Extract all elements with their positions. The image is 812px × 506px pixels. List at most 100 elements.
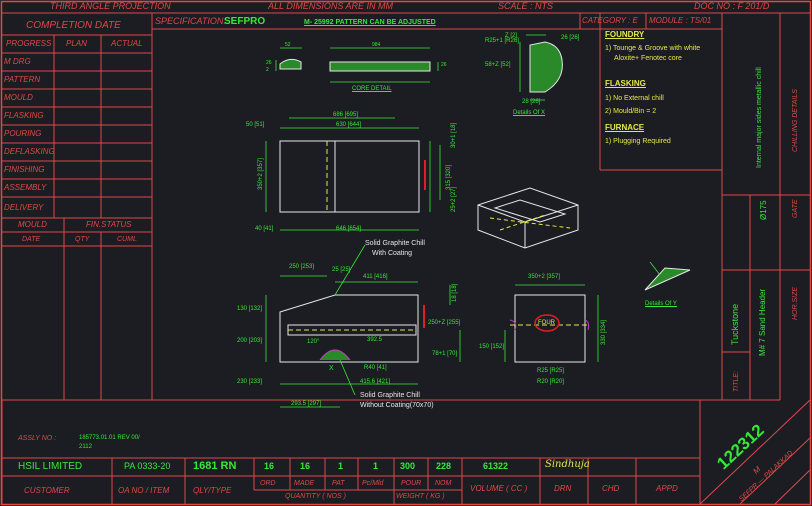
dim-40: 40 [41]	[255, 226, 274, 232]
title-value: Tuckstone	[730, 303, 740, 345]
dim-side-r25: R25 [R25]	[537, 368, 565, 374]
gate-value: Ø175	[759, 200, 768, 220]
dim-50: 50 [51]	[246, 122, 265, 128]
row-pattern: PATTERN	[4, 75, 41, 84]
chill-nocoat-label-1: Solid Graphite Chill	[360, 392, 420, 399]
nom-label: NOM	[435, 480, 452, 487]
dim-415: 415.6 [421]	[360, 379, 391, 385]
chill-coating-label-1: Solid Graphite Chill	[365, 240, 425, 247]
dim-side-330: 330 [334]	[601, 319, 607, 345]
furnace-note-1: 1) Plugging Required	[605, 138, 671, 145]
chill-coating-label-2: With Coating	[372, 250, 413, 257]
module-label: MODULE : TS/01	[649, 16, 712, 25]
dim-646: 646 [654]	[336, 226, 362, 232]
details-of-x-label: Details Of X	[513, 110, 546, 116]
foundry-title: FOUNDRY	[605, 30, 645, 39]
chill-nocoat-label-2: Without Coating(70x70)	[360, 402, 434, 409]
qty-ord-value: 16	[264, 461, 275, 471]
sub-col-qty: QTY	[75, 236, 90, 243]
dim-x-28: 28 [26]	[522, 99, 541, 105]
row-deflasking: DEFLASKING	[4, 147, 55, 156]
qty-pcs-value: 1	[373, 461, 379, 471]
top-view	[265, 117, 441, 231]
chd-label: CHD	[602, 484, 620, 493]
spec-label: SPECIFICATION:	[155, 16, 226, 26]
dim-side-150: 150 [152]	[479, 344, 505, 350]
dim-x-58: 58+Z [52]	[485, 62, 511, 68]
row-finishing: FINISHING	[4, 165, 45, 174]
row-m-drg: M DRG	[4, 57, 31, 66]
dim-411: 411 [416]	[363, 274, 388, 280]
foundry-note-1b: Aloxite+ Fenotec core	[614, 55, 682, 62]
dim-293: 293.5 [297]	[291, 401, 322, 407]
dim-200: 200 [203]	[237, 338, 263, 344]
gate-label: GATE	[792, 199, 799, 218]
volume-value: 61322	[483, 461, 509, 471]
core-detail-label: CORE DETAIL	[352, 86, 392, 92]
dim-x-26: 26 [26]	[561, 35, 580, 41]
customer-label: CUSTOMER	[24, 486, 70, 495]
dim-side-r20: R20 [R20]	[537, 379, 565, 385]
scale-note: SCALE : NTS	[498, 1, 554, 11]
dim-25: 25+2 [27]	[451, 186, 457, 212]
hor-size-label: HOR.SIZE	[792, 286, 799, 320]
volume-label: VOLUME ( CC )	[470, 484, 528, 493]
core-detail-view	[275, 47, 439, 83]
row-delivery: DELIVERY	[4, 203, 44, 212]
drawn-signature: Sindhuja	[545, 459, 590, 470]
order-label: OA NO / ITEM	[118, 486, 170, 495]
chilling-details-label: CHILLING DETAILS	[792, 89, 799, 152]
appd-label: APPD	[656, 484, 678, 493]
dim-250: 250 [253]	[289, 264, 315, 270]
dim-350: 350+2 [357]	[258, 158, 264, 190]
pat-label: PAT	[332, 480, 345, 487]
foundry-note-1: 1) Tounge & Groove with white	[605, 45, 701, 52]
dim-250b: 250+Z [255]	[428, 320, 461, 326]
dim-630: 630 [644]	[336, 122, 362, 128]
completion-date-title: COMPLETION DATE	[26, 20, 121, 31]
spec-value: SEFPRO	[224, 16, 266, 27]
dim-230: 230 [233]	[237, 379, 263, 385]
detail-y-view	[644, 261, 691, 291]
dim-120-deg: 120°	[307, 339, 320, 345]
projection-note: THIRD ANGLE PROJECTION	[50, 1, 171, 11]
four-label: FOUR	[538, 320, 555, 326]
row-flasking: FLASKING	[4, 111, 44, 120]
sub-col-cuml: CUML	[117, 236, 137, 243]
dim-side-350: 350+2 [357]	[528, 274, 560, 280]
qty-type-value: 1681 RN	[193, 460, 237, 472]
dim-r40: R40 [41]	[364, 365, 387, 371]
dim-130: 130 [132]	[237, 306, 263, 312]
made-label: MADE	[294, 480, 315, 487]
chill-mark: X	[329, 365, 334, 372]
title-sub: M# 7 Sand Header	[758, 288, 767, 356]
dim-30: 30+1 [18]	[451, 122, 457, 148]
details-of-y-label: Details Of Y	[645, 301, 677, 307]
dim-core-26a: 26	[266, 60, 272, 66]
flasking-title: FLASKING	[605, 79, 646, 88]
dim-core-26c: 26	[441, 62, 447, 68]
pattern-note: M- 25992 PATTERN CAN BE ADJUSTED	[304, 19, 436, 26]
vertical-chill-note: Internal major sides metallic chill	[756, 67, 763, 168]
row-mould: MOULD	[4, 93, 33, 102]
weight-nom-value: 228	[436, 461, 452, 471]
isometric-view	[477, 187, 579, 249]
sub-col-date: DATE	[22, 236, 41, 243]
dim-686: 686 [695]	[333, 112, 359, 118]
dimensions-note: ALL DIMENSIONS ARE IN MM	[268, 1, 394, 11]
col-actual: ACTUAL	[111, 39, 143, 48]
furnace-title: FURNACE	[605, 123, 645, 132]
qty-pat-value: 1	[338, 461, 344, 471]
assly-label: ASSLY NO :	[18, 435, 57, 442]
doc-no: DOC NO : F 201/D	[694, 1, 770, 11]
detail-x-view	[519, 34, 563, 101]
row-assembly: ASSEMBLY	[4, 183, 47, 192]
category-label: CATEGORY : E	[582, 16, 638, 25]
dim-392: 392.5	[367, 337, 383, 343]
dim-18: 18 [18]	[452, 283, 458, 302]
row-pouring: POURING	[4, 129, 42, 138]
qty-type-label: QLY/TYPE	[193, 486, 232, 495]
assly-value-2: 2112	[79, 444, 92, 450]
weight-pour-value: 300	[400, 461, 416, 471]
col-plan: PLAN	[66, 39, 87, 48]
